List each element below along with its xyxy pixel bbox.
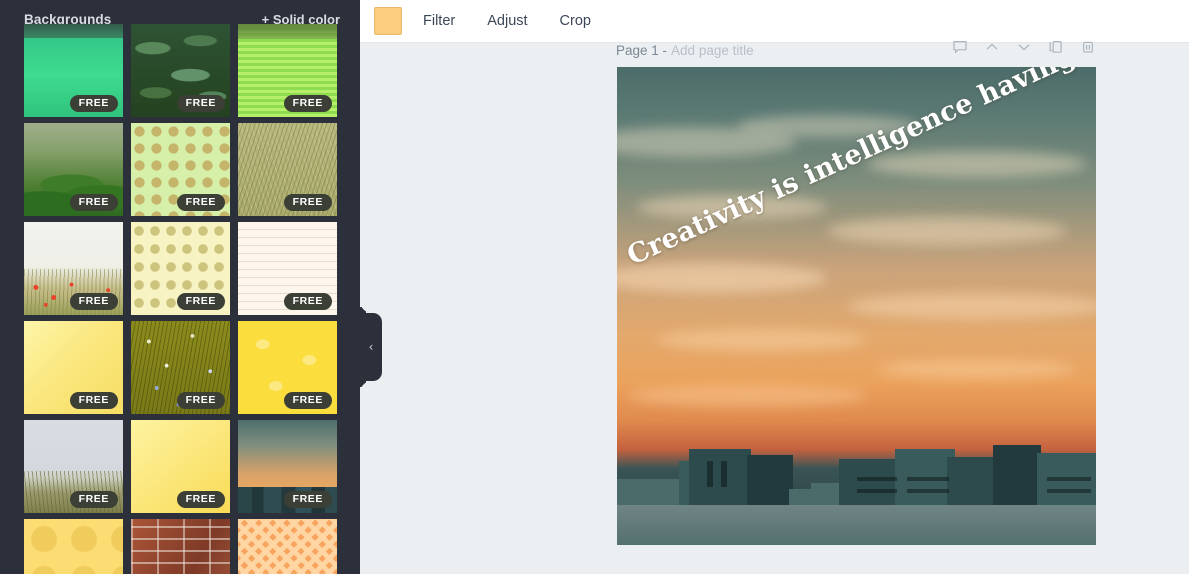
cloud <box>657 329 867 351</box>
background-thumb-yellow-gradient[interactable]: FREE <box>24 321 123 414</box>
filter-button[interactable]: Filter <box>412 7 466 35</box>
cloud <box>737 115 917 137</box>
color-swatch-button[interactable] <box>374 7 402 35</box>
free-badge: FREE <box>69 490 118 508</box>
cloud <box>617 263 827 293</box>
background-thumb-mint-gradient[interactable]: FREE <box>24 24 123 117</box>
trash-icon[interactable] <box>1080 39 1096 55</box>
rooftop-foreground <box>617 505 1096 545</box>
page-number-label: Page 1 - <box>616 42 668 58</box>
free-badge: FREE <box>283 292 332 310</box>
window <box>857 477 897 481</box>
free-badge: FREE <box>69 193 118 211</box>
background-thumb-orange-chevron[interactable] <box>238 519 337 574</box>
free-badge: FREE <box>69 292 118 310</box>
window <box>1047 489 1091 493</box>
duplicate-icon[interactable] <box>1048 39 1064 55</box>
window <box>907 477 949 481</box>
app-root: Backgrounds + Solid color FREE FREE FREE FR… <box>0 0 1189 574</box>
free-badge: FREE <box>283 193 332 211</box>
cloud <box>877 359 1077 379</box>
cloud <box>637 195 827 219</box>
window <box>857 489 897 493</box>
backgrounds-sidebar: Backgrounds + Solid color FREE FREE FREE FR… <box>0 0 360 574</box>
page-actions <box>952 39 1096 55</box>
background-thumb-ruled-paper[interactable]: FREE <box>238 222 337 315</box>
thumbnail-image <box>131 519 230 574</box>
sidebar-collapse-handle[interactable]: ‹ <box>360 313 382 381</box>
cloud <box>627 385 867 407</box>
free-badge: FREE <box>283 490 332 508</box>
background-thumb-yellow-polka-dots[interactable] <box>24 519 123 574</box>
free-badge: FREE <box>69 94 118 112</box>
background-thumb-dry-grass-field[interactable]: FREE <box>238 123 337 216</box>
background-thumb-sunset-cityscape[interactable]: FREE <box>238 420 337 513</box>
background-thumb-sunny-yellow[interactable]: FREE <box>131 420 230 513</box>
background-thumb-lime-stripes[interactable]: FREE <box>238 24 337 117</box>
background-thumb-brick-wall[interactable] <box>131 519 230 574</box>
free-badge: FREE <box>283 94 332 112</box>
free-badge: FREE <box>176 490 225 508</box>
window <box>707 461 713 487</box>
window <box>1047 477 1091 481</box>
free-badge: FREE <box>69 391 118 409</box>
editor-toolbar: Filter Adjust Crop <box>360 0 1189 43</box>
free-badge: FREE <box>283 391 332 409</box>
free-badge: FREE <box>176 292 225 310</box>
background-thumb-fern-leaves[interactable]: FREE <box>131 24 230 117</box>
move-up-icon[interactable] <box>984 39 1000 55</box>
free-badge: FREE <box>176 94 225 112</box>
move-down-icon[interactable] <box>1016 39 1032 55</box>
adjust-button[interactable]: Adjust <box>476 7 538 35</box>
backgrounds-grid: FREE FREE FREE FREE FREE FREE FREE FREE FREE FREE… <box>24 24 337 574</box>
thumbnail-image <box>24 519 123 574</box>
thumbnail-image <box>238 519 337 574</box>
background-thumb-cream-dotted-pattern[interactable]: FREE <box>131 222 230 315</box>
free-badge: FREE <box>176 391 225 409</box>
background-thumb-pale-green-dots[interactable]: FREE <box>131 123 230 216</box>
background-thumb-green-hills[interactable]: FREE <box>24 123 123 216</box>
canvas-photo-sunset-cityscape[interactable]: Creativity is intelligence having fun. <box>617 67 1096 545</box>
city-skyline <box>617 427 1096 545</box>
page-header-row: Page 1 - Add page title <box>616 39 1096 61</box>
chevron-left-icon: ‹ <box>368 340 374 354</box>
crop-button[interactable]: Crop <box>549 7 602 35</box>
background-thumb-wildflower-meadow[interactable]: FREE <box>131 321 230 414</box>
background-thumb-poppy-meadow[interactable]: FREE <box>24 222 123 315</box>
cloud <box>847 293 1096 319</box>
editor-main: Filter Adjust Crop Page 1 - Add page tit… <box>360 0 1189 574</box>
page-title-input[interactable]: Add page title <box>671 43 754 58</box>
background-thumb-beach-dune-grass[interactable]: FREE <box>24 420 123 513</box>
window <box>721 461 727 487</box>
background-thumb-yellow-leaf-pattern[interactable]: FREE <box>238 321 337 414</box>
window <box>907 489 949 493</box>
cloud <box>867 151 1087 177</box>
free-badge: FREE <box>176 193 225 211</box>
cloud <box>827 217 1067 245</box>
comment-icon[interactable] <box>952 39 968 55</box>
